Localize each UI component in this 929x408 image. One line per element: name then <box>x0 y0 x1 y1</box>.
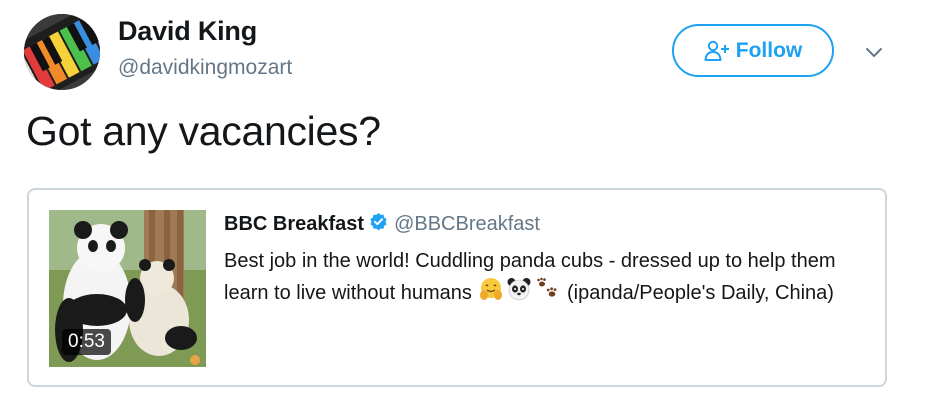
avatar[interactable] <box>24 14 100 90</box>
video-thumbnail[interactable]: 0:53 <box>49 210 206 367</box>
quoted-tweet-card[interactable]: 0:53 BBC Breakfast @BBCBreakfast Best jo… <box>27 188 887 387</box>
hugging-face-icon <box>478 276 504 311</box>
verified-badge-icon <box>369 212 388 237</box>
panda-face-icon <box>506 276 532 311</box>
quoted-text-part2: (ipanda/People's Daily, China) <box>561 281 834 304</box>
quoted-tweet-text: Best job in the world! Cuddling panda cu… <box>224 246 864 311</box>
follow-button[interactable]: Follow <box>672 24 834 77</box>
paw-prints-icon <box>534 276 560 311</box>
quoted-author-name[interactable]: BBC Breakfast <box>224 213 364 236</box>
quoted-tweet-header: BBC Breakfast @BBCBreakfast <box>224 212 540 237</box>
video-duration: 0:53 <box>62 329 111 355</box>
quoted-author-handle[interactable]: @BBCBreakfast <box>394 213 540 236</box>
chevron-down-icon[interactable] <box>862 40 886 64</box>
author-name[interactable]: David King <box>118 16 257 47</box>
tweet-text: Got any vacancies? <box>26 108 381 154</box>
follow-label: Follow <box>735 38 803 62</box>
add-user-icon <box>704 40 730 62</box>
author-handle[interactable]: @davidkingmozart <box>118 56 292 80</box>
